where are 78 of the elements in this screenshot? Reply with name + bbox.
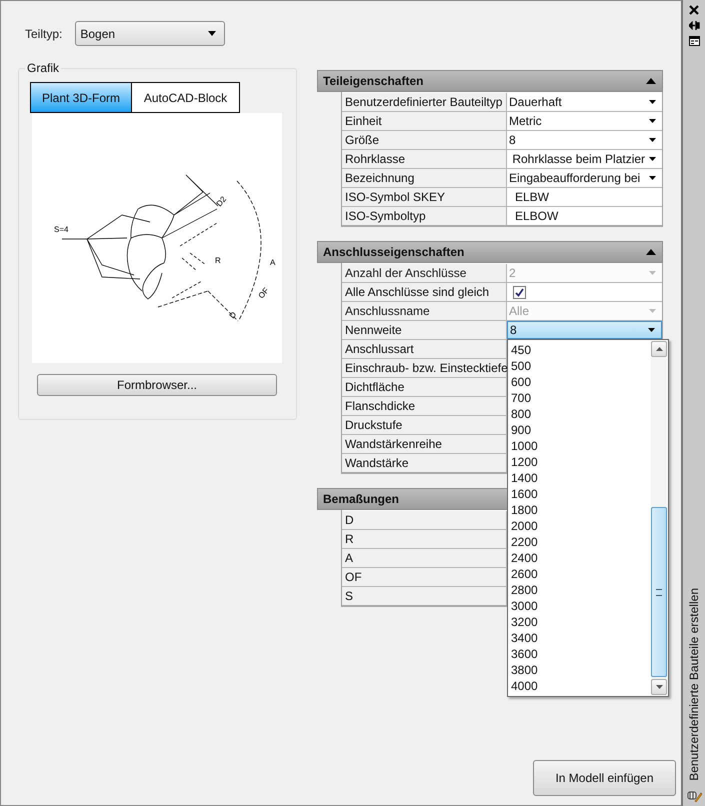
list-option[interactable]: 2000 — [511, 518, 651, 534]
property-label: OF — [342, 568, 507, 586]
caret-icon — [648, 328, 655, 332]
list-option[interactable]: 2200 — [511, 534, 651, 550]
list-option[interactable]: 3800 — [511, 662, 651, 678]
tab[interactable]: Plant 3D-Form — [30, 82, 132, 113]
property-label: D — [342, 511, 507, 529]
pin-icon[interactable] — [688, 21, 700, 30]
scroll-thumb[interactable] — [651, 507, 667, 677]
property-label: R — [342, 530, 507, 548]
list-option[interactable]: 2800 — [511, 582, 651, 598]
list-option[interactable]: 1600 — [511, 486, 651, 502]
list-option[interactable]: 450 — [511, 342, 651, 358]
part-type-label: Teiltyp: — [25, 26, 62, 40]
section-header[interactable]: Teileigenschaften — [317, 70, 663, 92]
list-option[interactable]: 2400 — [511, 550, 651, 566]
tab[interactable]: AutoCAD-Block — [132, 82, 240, 113]
list-option[interactable]: 600 — [511, 374, 651, 390]
insert-into-model-button[interactable]: In Modell einfügen — [533, 760, 676, 796]
dimension-label: OF — [256, 286, 271, 300]
property-label: Flanschdicke — [342, 397, 507, 415]
list-option[interactable]: 3400 — [511, 630, 651, 646]
property-dropdown[interactable]: Eingabeaufforderung bei — [507, 169, 662, 187]
property-label: Einschraub- bzw. Einstecktiefe — [342, 359, 507, 377]
close-icon[interactable] — [689, 5, 699, 15]
property-label: Wandstärke — [342, 454, 507, 472]
caret-icon — [649, 157, 656, 161]
dimension-label: R — [215, 256, 221, 265]
list-option[interactable]: 500 — [511, 358, 651, 374]
caret-icon — [649, 271, 656, 275]
property-dropdown[interactable]: Metric — [507, 112, 662, 130]
property-label: Wandstärkenreihe — [342, 435, 507, 453]
caret-icon — [649, 138, 656, 142]
section-title: Anschlusseigenschaften — [323, 245, 464, 259]
scroll-down-icon[interactable] — [651, 679, 667, 695]
checkbox[interactable] — [513, 286, 526, 298]
caret-icon — [649, 119, 656, 123]
list-option[interactable]: 800 — [511, 406, 651, 422]
property-dropdown[interactable]: 8 — [507, 131, 662, 149]
property-dropdown[interactable]: Dauerhaft — [507, 93, 662, 111]
section-header[interactable]: Anschlusseigenschaften — [317, 241, 663, 263]
group-title: Grafik — [25, 61, 62, 75]
property-value[interactable]: ELBW — [507, 188, 662, 206]
list-option[interactable]: 1400 — [511, 470, 651, 486]
property-label: Dichtfläche — [342, 378, 507, 396]
section-title: Bemaßungen — [323, 492, 400, 506]
scroll-up-icon[interactable] — [651, 341, 667, 357]
caret-icon — [649, 309, 656, 313]
collapse-icon[interactable] — [646, 78, 656, 84]
property-dropdown[interactable]: Rohrklasse beim Platzier — [507, 150, 662, 168]
list-option[interactable]: 700 — [511, 390, 651, 406]
property-label: S — [342, 587, 507, 605]
list-option[interactable]: 2600 — [511, 566, 651, 582]
section-title: Teileigenschaften — [323, 74, 424, 88]
part-type-dropdown[interactable]: Bogen — [75, 21, 226, 46]
dimension-label: D2 — [214, 194, 228, 208]
properties-icon[interactable] — [688, 36, 700, 46]
list-option[interactable]: 1000 — [511, 438, 651, 454]
dimension-label: A — [270, 258, 276, 267]
caret-icon — [208, 31, 216, 36]
collapse-icon[interactable] — [646, 249, 656, 255]
panel-title: Benutzerdefinierte Bauteile erstellen — [687, 588, 701, 781]
list-option[interactable]: 4000 — [511, 678, 651, 694]
caret-icon — [649, 100, 656, 104]
property-value[interactable]: ELBOW — [507, 207, 662, 225]
caret-icon — [649, 176, 656, 180]
form-browser-button[interactable]: Formbrowser... — [37, 374, 277, 396]
property-label: Druckstufe — [342, 416, 507, 434]
list-option[interactable]: 3600 — [511, 646, 651, 662]
property-label: Anschlussart — [342, 340, 507, 358]
property-label: A — [342, 549, 507, 567]
dimension-label: S=4 — [54, 225, 68, 234]
list-option[interactable]: 3200 — [511, 614, 651, 630]
scrollbar[interactable] — [651, 340, 668, 696]
dimension-label: D — [228, 310, 238, 320]
list-option[interactable]: 900 — [511, 422, 651, 438]
list-option[interactable]: 3000 — [511, 598, 651, 614]
list-option[interactable]: 1200 — [511, 454, 651, 470]
